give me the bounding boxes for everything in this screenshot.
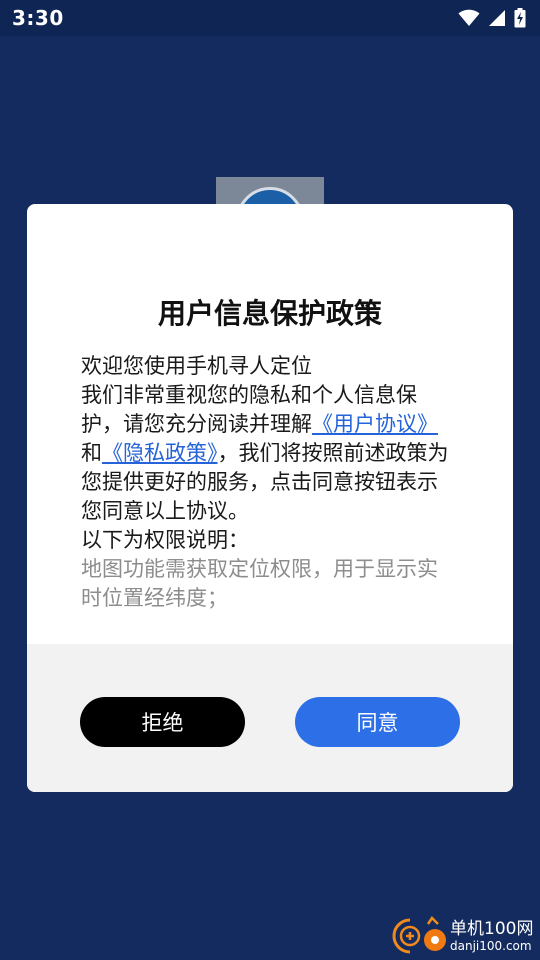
watermark-name: 单机100网 [450,919,534,939]
status-icons [458,8,526,28]
watermark: 单机100网 danji100.com [388,912,540,960]
watermark-text: 单机100网 danji100.com [450,919,533,953]
dialog-footer: 拒绝 同意 [27,644,513,792]
permissions-heading: 以下为权限说明： [81,528,249,552]
watermark-logo-icon [388,914,448,958]
dialog-policy-text: 我们非常重视您的隐私和个人信息保护，请您充分阅读并理解《用户协议》和《隐私政策》… [81,381,451,526]
permissions-detail: 地图功能需获取定位权限，用于显示实时位置经纬度； [81,557,438,610]
user-agreement-link[interactable]: 《用户协议》 [312,412,438,436]
status-time: 3:30 [12,6,64,30]
wifi-icon [458,9,480,27]
privacy-dialog: 用户信息保护政策 欢迎您使用手机寻人定位 我们非常重视您的隐私和个人信息保护，请… [27,204,513,792]
dialog-title: 用户信息保护政策 [157,297,382,330]
watermark-url: danji100.com [450,939,532,953]
privacy-policy-link[interactable]: 《隐私政策》 [102,441,218,465]
policy-text-conjunction: 和 [81,441,102,465]
status-bar: 3:30 [0,0,540,36]
signal-icon [488,9,506,27]
reject-button[interactable]: 拒绝 [80,697,245,747]
agree-button[interactable]: 同意 [295,697,460,747]
battery-charging-icon [514,8,526,28]
dialog-body: 欢迎您使用手机寻人定位 我们非常重视您的隐私和个人信息保护，请您充分阅读并理解《… [81,352,451,613]
dialog-intro: 欢迎您使用手机寻人定位 [81,354,312,378]
